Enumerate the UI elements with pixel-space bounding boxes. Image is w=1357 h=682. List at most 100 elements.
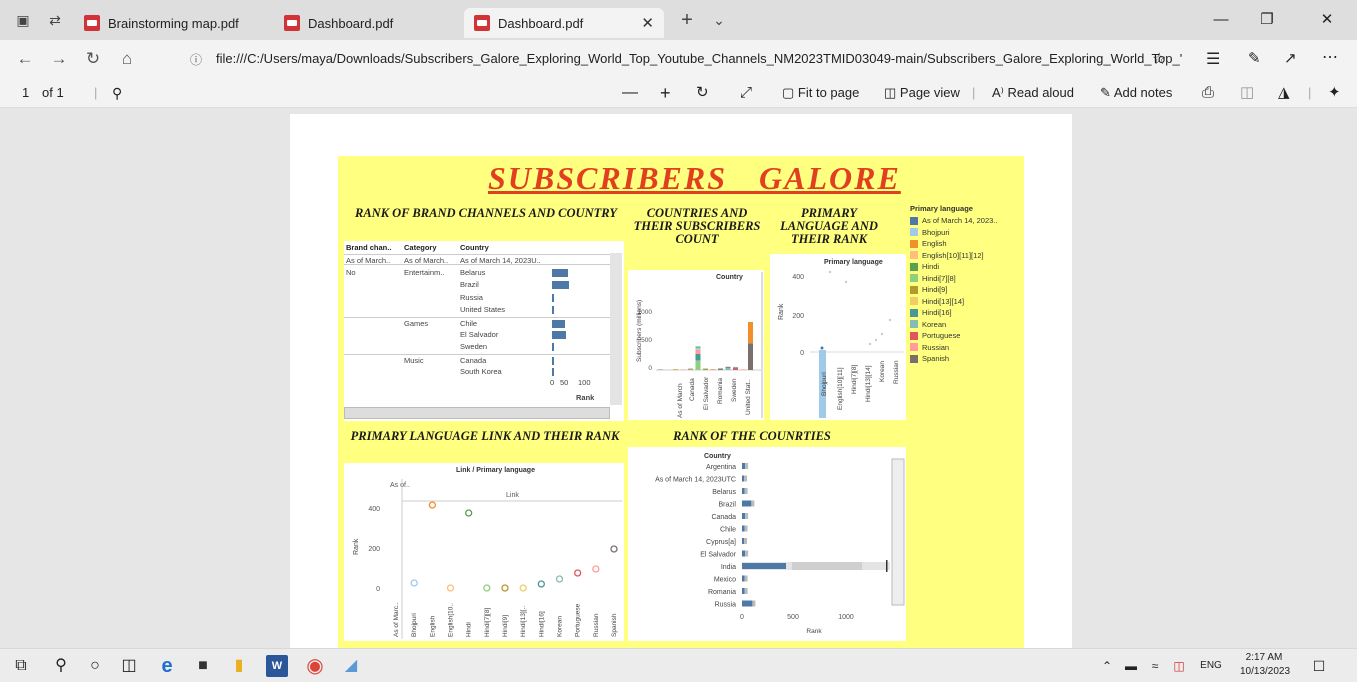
legend-item[interactable]: Bhojpuri	[910, 227, 1020, 239]
tab-list-chevron-icon[interactable]: ⌄	[710, 11, 728, 29]
cortana-icon[interactable]: ○	[84, 655, 106, 677]
bar-segment	[718, 367, 723, 369]
language-indicator[interactable]: ENG	[1196, 655, 1226, 677]
bar-segment	[740, 369, 746, 370]
windows-start-icon[interactable]: ⧉	[10, 655, 32, 677]
save-icon[interactable]: ◫	[1240, 78, 1254, 108]
legend-item[interactable]: Korean	[910, 319, 1020, 331]
rank-bar	[742, 600, 753, 607]
rank-bar-ext	[744, 475, 747, 482]
tray-chevron-icon[interactable]: ⌃	[1096, 655, 1118, 677]
scatter-point[interactable]	[519, 584, 527, 592]
legend-item[interactable]: As of March 14, 2023..	[910, 215, 1020, 227]
scatter-point[interactable]	[555, 575, 564, 583]
chart-scrollbar[interactable]	[891, 458, 905, 606]
scatter-point[interactable]	[592, 565, 600, 573]
scatter-point[interactable]	[446, 584, 455, 592]
legend-item[interactable]: Hindi[16]	[910, 307, 1020, 319]
battery-icon[interactable]: ▬	[1120, 655, 1142, 677]
app-icon[interactable]: ◢	[340, 655, 362, 677]
legend-item[interactable]: Hindi	[910, 261, 1020, 273]
edge-icon[interactable]: e	[156, 655, 178, 677]
close-tab-icon[interactable]: ✕	[641, 14, 654, 32]
scatter-point[interactable]	[483, 584, 491, 592]
category-label: Russia	[715, 602, 737, 609]
legend-label: Portuguese	[922, 331, 961, 341]
print-icon[interactable]: ⎙	[1202, 78, 1214, 108]
tab-brainstorming[interactable]: Brainstorming map.pdf	[74, 8, 274, 38]
rank-bar	[742, 500, 752, 507]
bar-segment	[695, 349, 701, 354]
legend-item[interactable]: Portuguese	[910, 330, 1020, 342]
notifications-icon[interactable]: ☐	[1308, 655, 1330, 677]
new-tab-icon[interactable]: +	[678, 10, 696, 30]
category-label: India	[721, 564, 736, 571]
back-icon[interactable]: ←	[8, 49, 42, 69]
search-icon[interactable]: ⚲	[50, 655, 72, 677]
scatter-point[interactable]	[428, 501, 436, 509]
legend-item[interactable]: Hindi[13][14]	[910, 296, 1020, 308]
fit-to-page-button[interactable]: ▢ Fit to page	[782, 78, 859, 108]
info-icon[interactable]: ⓘ	[190, 51, 202, 68]
scatter-point[interactable]	[574, 569, 582, 577]
add-notes-button[interactable]: ✎ Add notes	[1100, 78, 1172, 108]
countries-chart-panel: Country Subscribers (millions) 0 500 100…	[628, 270, 764, 420]
legend-item[interactable]: English[10][11][12]	[910, 250, 1020, 262]
home-icon[interactable]: ⌂	[110, 49, 144, 69]
close-window-button[interactable]: ✕	[1304, 0, 1350, 40]
pen-icon: ✎	[1100, 85, 1111, 100]
minimize-button[interactable]: —	[1198, 0, 1244, 40]
axis-tick: 50	[560, 378, 569, 387]
legend-item[interactable]: Russian	[910, 342, 1020, 354]
tab-dashboard-active[interactable]: Dashboard.pdf ✕	[464, 8, 664, 38]
y-tick: 200	[792, 313, 804, 320]
pin-toolbar-icon[interactable]: ✦	[1328, 78, 1341, 108]
network-icon[interactable]: ◫	[1168, 655, 1190, 677]
favorites-list-icon[interactable]: ☰	[1206, 49, 1220, 69]
tab-actions-icon[interactable]: ⇄	[46, 11, 64, 29]
scatter-point[interactable]	[537, 580, 545, 588]
store-icon[interactable]: ■	[192, 655, 214, 677]
restore-button[interactable]: ❐	[1244, 0, 1290, 40]
legend-item[interactable]: Hindi[9]	[910, 284, 1020, 296]
x-tick-label: Russian	[593, 613, 600, 637]
scatter-point[interactable]	[410, 579, 418, 587]
zoom-in-icon[interactable]: +	[660, 78, 671, 108]
scatter-point[interactable]	[501, 584, 509, 592]
wifi-icon[interactable]: ≈	[1144, 655, 1166, 677]
share-icon[interactable]: ↗	[1284, 49, 1297, 67]
task-view-icon[interactable]: ◫	[118, 655, 140, 677]
fullscreen-icon[interactable]: ⤢	[740, 78, 752, 108]
legend-item[interactable]: Spanish	[910, 353, 1020, 365]
tab-dashboard-1[interactable]: Dashboard.pdf	[274, 8, 464, 38]
read-aloud-icon: A⁾	[992, 85, 1004, 100]
table-hscrollbar[interactable]	[344, 407, 610, 419]
legend-label: Hindi	[922, 262, 940, 272]
page-view-button[interactable]: ◫ Page view	[884, 78, 960, 108]
rank-bar	[742, 488, 745, 494]
file-explorer-icon[interactable]: ▮	[228, 655, 250, 677]
clock[interactable]: 2:17 AM 10/13/2023	[1240, 651, 1290, 679]
chrome-icon[interactable]: ◉	[304, 655, 326, 677]
table-scrollbar[interactable]	[610, 253, 622, 405]
read-aloud-button[interactable]: A⁾ Read aloud	[992, 78, 1074, 108]
page-number-input[interactable]: 1	[22, 78, 29, 108]
pen-icon[interactable]: ✎	[1248, 49, 1261, 67]
more-options-icon[interactable]: ⋯	[1322, 47, 1338, 67]
legend-item[interactable]: Hindi[7][8]	[910, 273, 1020, 285]
scatter-point[interactable]	[610, 545, 618, 553]
search-icon[interactable]: ⚲	[112, 78, 122, 108]
word-icon[interactable]: W	[266, 655, 288, 677]
table-row: United States	[344, 304, 610, 316]
forward-icon[interactable]: →	[42, 49, 76, 69]
url-field[interactable]: file:///C:/Users/maya/Downloads/Subscrib…	[206, 45, 1196, 73]
workspaces-icon[interactable]: ▣	[14, 11, 32, 29]
save-as-icon[interactable]: ◮	[1278, 78, 1290, 108]
zoom-out-icon[interactable]: —	[622, 78, 638, 108]
scatter-point[interactable]	[465, 509, 473, 517]
legend-item[interactable]: English	[910, 238, 1020, 250]
refresh-icon[interactable]: ↻	[76, 49, 110, 69]
primary-language-legend: Primary language As of March 14, 2023.. B…	[910, 204, 1020, 365]
favorite-star-icon[interactable]: ☆	[1152, 49, 1166, 69]
rotate-icon[interactable]: ↻	[696, 78, 709, 108]
